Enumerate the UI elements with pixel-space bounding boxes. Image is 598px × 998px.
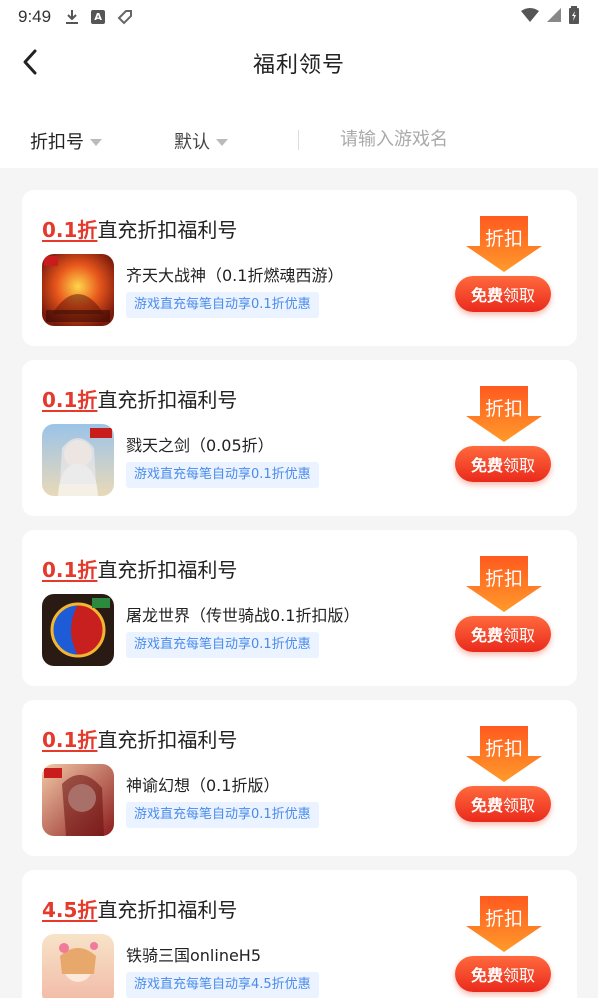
- status-time: 9:49: [18, 7, 52, 26]
- title-bar: 福利领号: [0, 34, 598, 92]
- benefit-card[interactable]: 0.1折直充折扣福利号 神谕幻想（0.1折版） 游戏直充每笔自动享0.1折优惠 …: [22, 700, 577, 856]
- discount-tag: 游戏直充每笔自动享0.1折优惠: [126, 632, 319, 658]
- game-icon-lutian[interactable]: [42, 424, 114, 496]
- benefit-card[interactable]: 0.1折直充折扣福利号 屠龙世界（传世骑战0.1折扣版） 游戏直充每笔自动享0.…: [22, 530, 577, 686]
- game-name: 齐天大战神（0.1折燃魂西游）: [126, 266, 344, 285]
- claim-free-text: 免费: [470, 286, 503, 305]
- card-title: 0.1折直充折扣福利号: [42, 384, 237, 413]
- filter-divider: [298, 130, 299, 150]
- card-title: 0.1折直充折扣福利号: [42, 214, 237, 243]
- free-claim-button[interactable]: 免费 领取: [455, 956, 551, 992]
- battery-icon: [568, 6, 580, 28]
- game-name: 铁骑三国onlineH5: [126, 946, 262, 965]
- game-icon-shenyu[interactable]: [42, 764, 114, 836]
- caret-down-icon: [90, 138, 102, 146]
- tag-icon: [117, 9, 133, 25]
- game-icon-tulong[interactable]: [42, 594, 114, 666]
- claim-text: 领取: [503, 966, 536, 985]
- discount-badge-label: 折扣: [484, 228, 523, 250]
- chevron-left-icon: [23, 49, 37, 75]
- claim-text: 领取: [503, 796, 536, 815]
- discount-rate: 4.5折: [42, 898, 98, 922]
- claim-free-text: 免费: [470, 456, 503, 475]
- a-app-icon: A: [91, 10, 106, 24]
- sort-label: 默认: [174, 132, 210, 153]
- claim-text: 领取: [503, 626, 536, 645]
- free-claim-button[interactable]: 免费 领取: [455, 446, 551, 482]
- claim-free-text: 免费: [470, 966, 503, 985]
- game-name: 神谕幻想（0.1折版）: [126, 776, 280, 795]
- card-title: 0.1折直充折扣福利号: [42, 724, 237, 753]
- discount-tag: 游戏直充每笔自动享0.1折优惠: [126, 462, 319, 488]
- discount-tag: 游戏直充每笔自动享0.1折优惠: [126, 802, 319, 828]
- card-title-text: 直充折扣福利号: [97, 728, 238, 752]
- benefit-card[interactable]: 4.5折直充折扣福利号 铁骑三国onlineH5 游戏直充每笔自动享4.5折优惠…: [22, 870, 577, 998]
- discount-badge-label: 折扣: [484, 398, 523, 420]
- benefit-card[interactable]: 0.1折直充折扣福利号 齐天大战神（0.1折燃魂西游） 游戏直充每笔自动享0.1…: [22, 190, 577, 346]
- discount-rate: 0.1折: [42, 558, 98, 582]
- free-claim-button[interactable]: 免费 领取: [455, 786, 551, 822]
- download-icon: [65, 9, 79, 25]
- discount-type-dropdown[interactable]: 折扣号: [30, 128, 102, 154]
- status-bar: 9:49 A: [0, 0, 598, 34]
- card-title: 4.5折直充折扣福利号: [42, 894, 237, 923]
- discount-badge-label: 折扣: [484, 908, 523, 930]
- discount-rate: 0.1折: [42, 388, 98, 412]
- wifi-icon: [520, 7, 540, 27]
- game-icon-tieqi[interactable]: [42, 934, 114, 998]
- discount-rate: 0.1折: [42, 218, 98, 242]
- claim-text: 领取: [503, 286, 536, 305]
- card-title-text: 直充折扣福利号: [97, 898, 238, 922]
- discount-type-label: 折扣号: [30, 132, 84, 153]
- free-claim-button[interactable]: 免费 领取: [455, 276, 551, 312]
- discount-tag: 游戏直充每笔自动享0.1折优惠: [126, 292, 319, 318]
- card-title-text: 直充折扣福利号: [97, 388, 238, 412]
- page-title: 福利领号: [252, 53, 345, 78]
- claim-free-text: 免费: [470, 796, 503, 815]
- card-title-text: 直充折扣福利号: [97, 558, 238, 582]
- benefit-card[interactable]: 0.1折直充折扣福利号 戮天之剑（0.05折） 游戏直充每笔自动享0.1折优惠 …: [22, 360, 577, 516]
- caret-down-icon: [216, 138, 228, 146]
- card-title: 0.1折直充折扣福利号: [42, 554, 237, 583]
- claim-free-text: 免费: [470, 626, 503, 645]
- discount-rate: 0.1折: [42, 728, 98, 752]
- filter-bar: 折扣号 默认: [0, 92, 598, 168]
- signal-icon: [546, 7, 562, 27]
- claim-text: 领取: [503, 456, 536, 475]
- game-search-input[interactable]: [330, 122, 570, 156]
- game-name: 屠龙世界（传世骑战0.1折扣版）: [126, 606, 360, 625]
- sort-dropdown[interactable]: 默认: [174, 128, 228, 154]
- free-claim-button[interactable]: 免费 领取: [455, 616, 551, 652]
- back-button[interactable]: [16, 46, 44, 78]
- discount-badge-label: 折扣: [484, 738, 523, 760]
- game-name: 戮天之剑（0.05折）: [126, 436, 274, 455]
- card-title-text: 直充折扣福利号: [97, 218, 238, 242]
- discount-badge-label: 折扣: [484, 568, 523, 590]
- discount-tag: 游戏直充每笔自动享4.5折优惠: [126, 972, 319, 998]
- game-icon-qitian[interactable]: [42, 254, 114, 326]
